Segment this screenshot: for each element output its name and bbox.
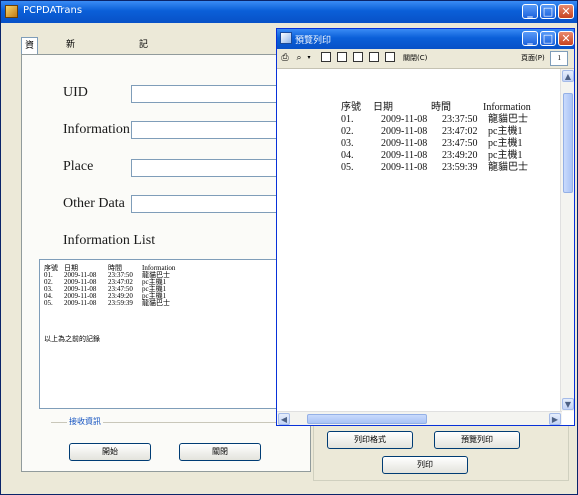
preview-cell: 02.: [341, 126, 354, 137]
preview-cell: 龍貓巴士: [488, 162, 528, 173]
preview-header-date: 日期: [373, 102, 393, 113]
preview-print-button[interactable]: 預覽列印: [434, 431, 520, 449]
scroll-left-icon[interactable]: ◀: [278, 413, 290, 425]
close-button[interactable]: ✕: [558, 4, 574, 19]
preview-cell: pc主機1: [488, 126, 523, 137]
list-cell: 05.: [44, 299, 53, 307]
preview-maximize-button[interactable]: □: [540, 31, 556, 46]
other-data-input[interactable]: [131, 195, 281, 213]
window-title: PCPDATrans: [23, 5, 83, 16]
place-label: Place: [63, 159, 94, 174]
minimize-button[interactable]: _: [522, 4, 538, 19]
preview-cell: pc主機1: [488, 138, 523, 149]
main-titlebar[interactable]: PCPDATrans _ □ ✕: [1, 1, 577, 23]
print-button[interactable]: 列印: [382, 456, 468, 474]
preview-cell: 03.: [341, 138, 354, 149]
preview-cell: 2009-11-08: [381, 126, 428, 137]
scroll-right-icon[interactable]: ▶: [549, 413, 561, 425]
tab-info[interactable]: 資訊: [21, 37, 39, 67]
preview-toolbar: ⎙ ⌕ ▾ 關閉(C) 頁面(P) 1: [277, 49, 574, 69]
page-number-input[interactable]: 1: [550, 51, 568, 66]
preview-cell: 2009-11-08: [381, 114, 428, 125]
preview-header-information: Information: [483, 102, 531, 113]
preview-cell: 04.: [341, 150, 354, 161]
preview-cell: 龍貓巴士: [488, 114, 528, 125]
preview-titlebar[interactable]: 預覽列印 _ □ ✕: [277, 29, 574, 49]
three-page-icon[interactable]: [353, 52, 363, 62]
list-note: 以上為之前的記錄: [44, 335, 100, 343]
scroll-up-icon[interactable]: ▲: [562, 70, 574, 82]
preview-header-index: 序號: [341, 102, 361, 113]
receive-info-group-label: 接收資訊: [67, 416, 103, 427]
preview-cell: 23:37:50: [442, 114, 478, 125]
preview-cell: 01.: [341, 114, 354, 125]
other-data-label: Other Data: [63, 196, 125, 211]
tab-records[interactable]: 記錄瀏覽: [136, 37, 151, 98]
list-cell: 龍貓巴士: [142, 299, 170, 307]
preview-cell: 2009-11-08: [381, 162, 428, 173]
information-label: Information: [63, 122, 130, 137]
two-page-icon[interactable]: [337, 52, 347, 62]
magnifier-icon[interactable]: ⌕: [294, 53, 304, 63]
preview-cell: 23:47:50: [442, 138, 478, 149]
uid-input[interactable]: [131, 85, 281, 103]
preview-close-button[interactable]: ✕: [558, 31, 574, 46]
place-input[interactable]: [131, 159, 281, 177]
vertical-scrollbar[interactable]: ▲ ▼: [560, 69, 574, 411]
start-button[interactable]: 開始: [69, 443, 151, 461]
scroll-down-icon[interactable]: ▼: [562, 398, 574, 410]
close-panel-button[interactable]: 關閉: [179, 443, 261, 461]
uid-label: UID: [63, 85, 88, 100]
four-page-icon[interactable]: [369, 52, 379, 62]
horizontal-scrollbar[interactable]: ◀ ▶: [277, 411, 562, 425]
information-input[interactable]: [131, 121, 281, 139]
preview-cell: 23:47:02: [442, 126, 478, 137]
preview-app-icon: [280, 32, 292, 44]
app-icon: [5, 5, 18, 18]
one-page-icon[interactable]: [321, 52, 331, 62]
preview-header-time: 時間: [431, 102, 451, 113]
maximize-button[interactable]: □: [540, 4, 556, 19]
information-list[interactable]: 序號 日期 時間 Information 01. 2009-11-08 23:3…: [39, 259, 277, 409]
list-cell: 2009-11-08: [64, 299, 97, 307]
tab-edit[interactable]: 新增/更新/刪除: [63, 37, 81, 130]
chevron-down-icon[interactable]: ▾: [304, 53, 314, 63]
print-format-button[interactable]: 列印格式: [327, 431, 413, 449]
preview-title: 預覽列印: [295, 36, 332, 46]
information-list-label: Information List: [63, 233, 156, 248]
preview-cell: 23:49:20: [442, 150, 478, 161]
print-preview-dialog: 預覽列印 _ □ ✕ ⎙ ⌕ ▾ 關閉(C) 頁面(P) 1 序號 日期 時間 …: [276, 28, 575, 426]
list-cell: 23:59:39: [108, 299, 133, 307]
preview-minimize-button[interactable]: _: [522, 31, 538, 46]
preview-cell: 2009-11-08: [381, 150, 428, 161]
preview-cell: pc主機1: [488, 150, 523, 161]
horizontal-scroll-thumb[interactable]: [307, 414, 427, 424]
preview-close-text-button[interactable]: 關閉(C): [403, 53, 427, 63]
preview-cell: 23:59:39: [442, 162, 478, 173]
printer-icon[interactable]: ⎙: [280, 53, 290, 63]
page-label: 頁面(P): [521, 54, 545, 62]
vertical-scroll-thumb[interactable]: [563, 93, 573, 193]
preview-cell: 05.: [341, 162, 354, 173]
preview-cell: 2009-11-08: [381, 138, 428, 149]
six-page-icon[interactable]: [385, 52, 395, 62]
preview-page: 序號 日期 時間 Information 01. 2009-11-08 23:3…: [277, 69, 562, 411]
